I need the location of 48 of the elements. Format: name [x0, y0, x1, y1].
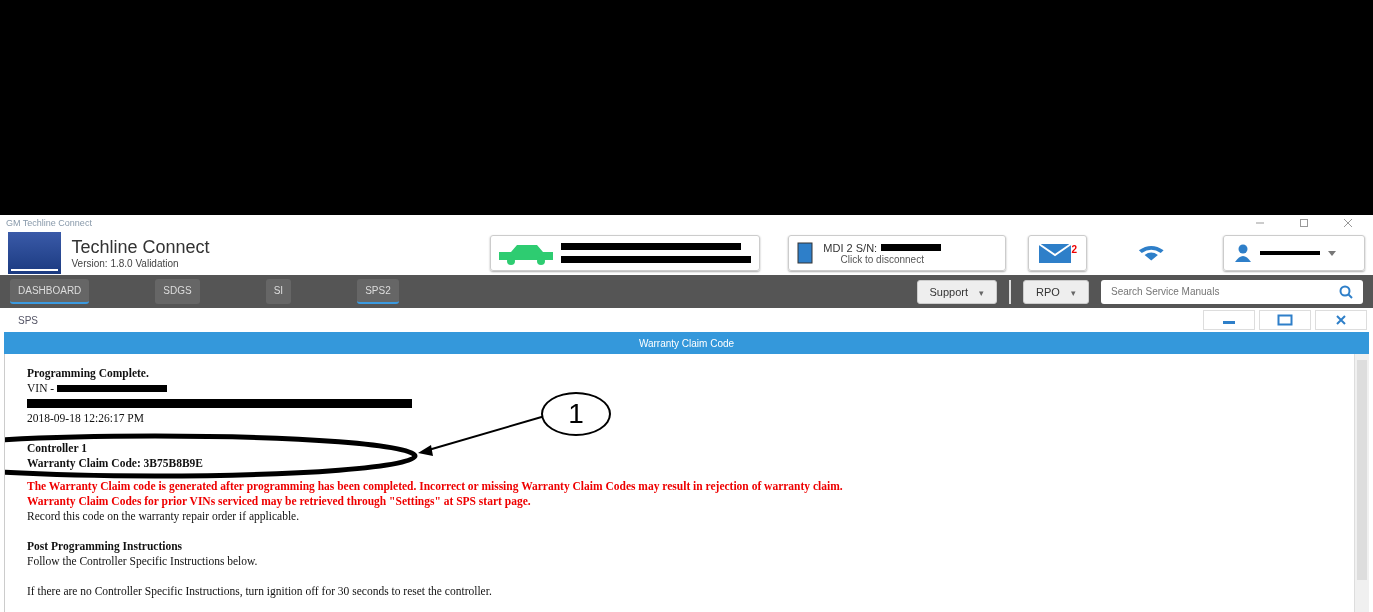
- nav-tab[interactable]: SPS2: [357, 279, 399, 304]
- warning-text: Warranty Claim Codes for prior VINs serviced may be retrieved through "Settings" at SPS start page.: [27, 494, 531, 509]
- restore-button[interactable]: [1259, 310, 1311, 330]
- close-icon: [1336, 315, 1346, 325]
- text-line: Record this code on the warranty repair order if applicable.: [27, 509, 300, 524]
- device-icon: [797, 242, 814, 264]
- window-title: GM Techline Connect: [6, 218, 92, 228]
- search-icon[interactable]: [1339, 284, 1353, 299]
- text-line: Programming Complete.: [27, 366, 149, 381]
- breadcrumb[interactable]: SPS: [18, 314, 38, 326]
- app-name: Techline Connect: [71, 237, 211, 258]
- callout-badge: 1: [541, 392, 611, 436]
- close-icon[interactable]: [1343, 218, 1353, 228]
- search-field[interactable]: Search Service Manuals: [1101, 279, 1363, 304]
- nav-tab[interactable]: SDGS: [155, 279, 200, 304]
- dropdown-button[interactable]: Support ▾: [916, 279, 998, 304]
- text-line: Post Programming Instructions: [27, 539, 183, 554]
- nav-tab[interactable]: DASHBOARD: [10, 279, 90, 304]
- warning-text: The Warranty Claim code is generated after programming has been completed. Incorrect or missing Warranty Claim Codes may result in rejection of warranty claim.: [27, 479, 843, 494]
- text-line: Warranty Claim Code: 3B75B8B9E: [27, 456, 203, 471]
- device-button[interactable]: MDI 2 S/N: Click to disconnect: [788, 235, 1006, 271]
- dialog-title: Warranty Claim Code: [4, 332, 1369, 354]
- text-line: Controller 1: [27, 441, 87, 456]
- device-subtitle: Click to disconnect: [840, 253, 924, 265]
- close-button[interactable]: [1315, 310, 1367, 330]
- person-icon: [1234, 244, 1253, 262]
- text-line: VIN -: [27, 381, 168, 396]
- scrollbar[interactable]: [1354, 354, 1369, 612]
- restore-icon: [1277, 314, 1293, 326]
- text-line: 2018-09-18 12:26:17 PM: [27, 411, 144, 426]
- dropdown-button[interactable]: RPO ▾: [1023, 279, 1089, 304]
- minimize-button[interactable]: [1203, 310, 1255, 330]
- redaction-bar: [1260, 251, 1321, 255]
- vehicle-button[interactable]: [489, 235, 761, 271]
- message-count: 2: [1071, 244, 1078, 255]
- caret-icon: [1328, 250, 1337, 256]
- text-line: If there are no Controller Specific Instructions, turn ignition off for 30 seconds to reset the controller.: [27, 584, 492, 599]
- device-title: MDI 2 S/N:: [823, 241, 878, 254]
- logo-icon: [8, 232, 62, 274]
- nav-tab[interactable]: SI: [265, 279, 292, 304]
- wifi-icon: [1136, 244, 1166, 262]
- user-menu[interactable]: [1223, 235, 1365, 271]
- redaction-bar: [881, 244, 942, 251]
- text-line: Follow the Controller Specific Instructions below.: [27, 554, 258, 569]
- maximize-icon[interactable]: [1299, 218, 1309, 228]
- app-version: Version: 1.8.0 Validation: [71, 258, 180, 269]
- messages-button[interactable]: 2: [1027, 235, 1087, 271]
- envelope-icon: [1037, 242, 1072, 264]
